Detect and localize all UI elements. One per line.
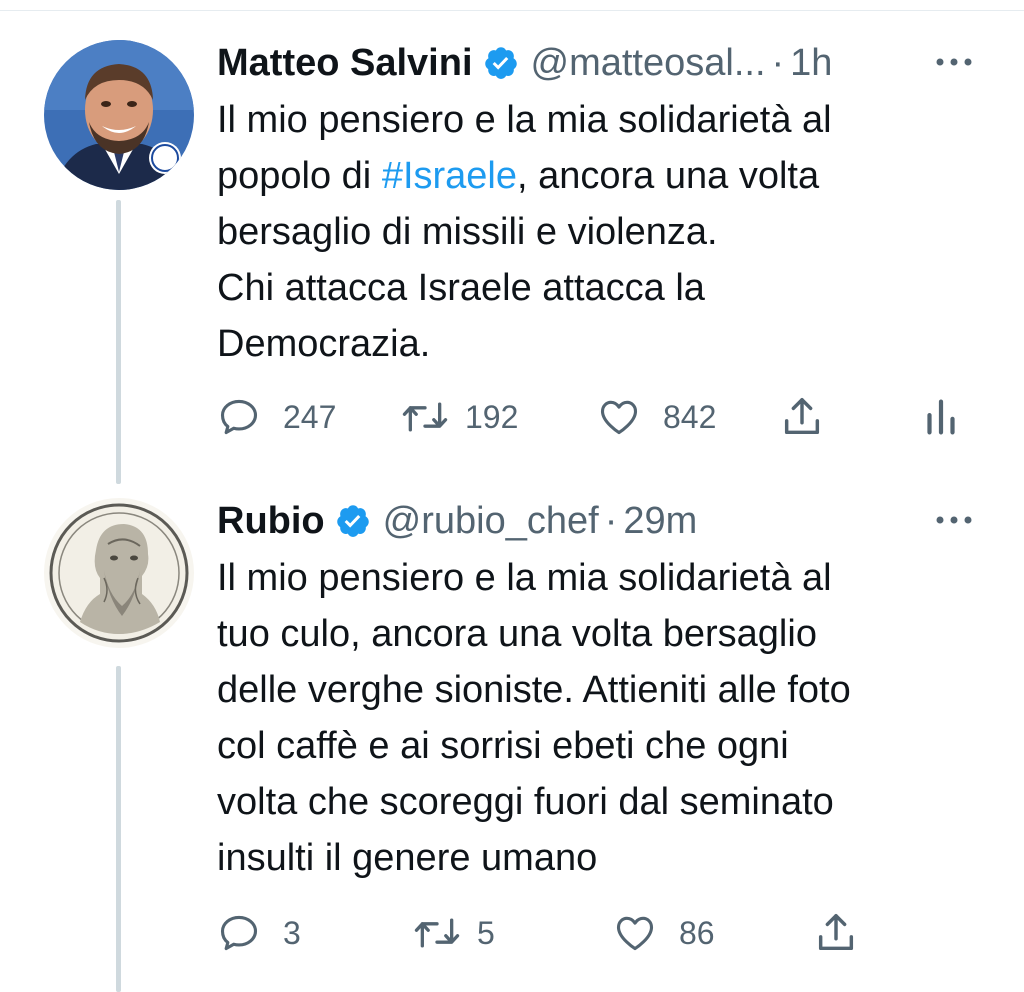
separator-dot: · [771, 42, 785, 84]
retweet-button[interactable]: 5 [413, 908, 495, 958]
author-handle[interactable]: @matteosal... [531, 40, 766, 86]
share-icon [813, 910, 859, 956]
tweet-text: Il mio pensiero e la mia solidarietà al … [217, 92, 977, 372]
thread-line [116, 666, 121, 992]
like-icon [613, 911, 657, 955]
author-handle[interactable]: @rubio_chef [383, 498, 599, 544]
timestamp[interactable]: 29m [623, 498, 697, 544]
reply-button[interactable]: 3 [217, 908, 301, 958]
reply-icon [217, 911, 261, 955]
hashtag-link[interactable]: #Israele [382, 155, 517, 197]
like-button[interactable]: 842 [597, 392, 716, 442]
avatar-rubio-coin-image [44, 498, 194, 648]
like-button[interactable]: 86 [613, 908, 715, 958]
retweet-count: 5 [477, 914, 495, 951]
reply-count: 3 [283, 914, 301, 951]
retweet-count: 192 [465, 398, 519, 435]
like-icon [597, 395, 641, 439]
separator-dot: · [604, 500, 618, 542]
verified-icon [335, 503, 371, 539]
author-name[interactable]: Matteo Salvini [217, 40, 473, 86]
timestamp[interactable]: 1h [790, 40, 832, 86]
retweet-icon [401, 395, 449, 439]
tweet-text: Il mio pensiero e la mia solidarietà al … [217, 557, 851, 879]
tweet-rubio[interactable]: Rubio @rubio_chef · 29m Il mio pensiero … [0, 470, 1024, 992]
retweet-icon [413, 911, 461, 955]
reply-count: 247 [283, 398, 337, 435]
share-button[interactable] [779, 392, 825, 442]
tweet-header: Matteo Salvini @matteosal... · 1h [217, 40, 832, 86]
analytics-icon [921, 394, 961, 440]
more-icon[interactable] [934, 52, 974, 72]
like-count: 842 [663, 398, 717, 435]
avatar[interactable] [44, 498, 194, 648]
reply-icon [217, 395, 261, 439]
reply-button[interactable]: 247 [217, 392, 336, 442]
avatar-salvini-image [44, 40, 194, 190]
share-icon [779, 394, 825, 440]
author-name[interactable]: Rubio [217, 498, 325, 544]
tweet-salvini[interactable]: Matteo Salvini @matteosal... · 1h Il mio… [0, 0, 1024, 484]
like-count: 86 [679, 914, 715, 951]
avatar[interactable] [44, 40, 194, 190]
tweet-header: Rubio @rubio_chef · 29m [217, 498, 697, 544]
share-button[interactable] [813, 908, 859, 958]
more-icon[interactable] [934, 510, 974, 530]
verified-icon [483, 45, 519, 81]
analytics-button[interactable] [921, 392, 961, 442]
thread-line [116, 200, 121, 484]
retweet-button[interactable]: 192 [401, 392, 518, 442]
